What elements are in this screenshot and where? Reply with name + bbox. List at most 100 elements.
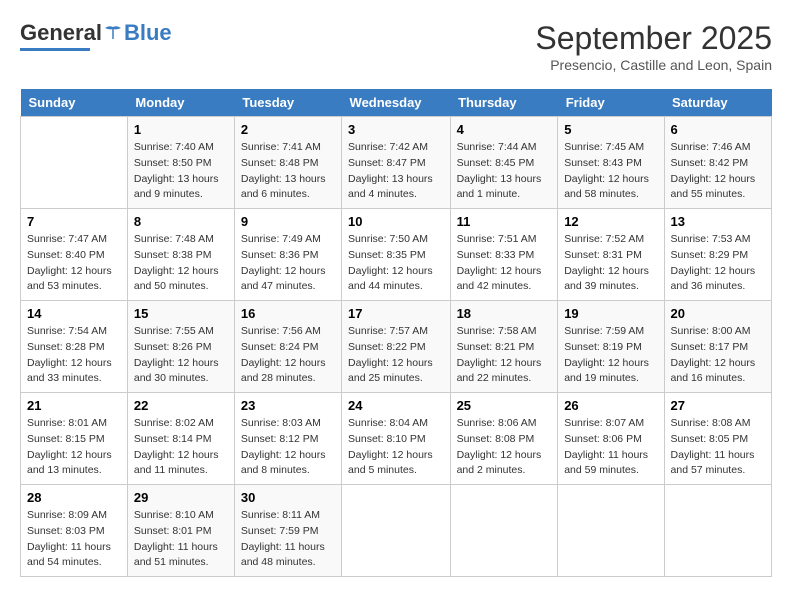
- calendar-day-cell: 27 Sunrise: 8:08 AMSunset: 8:05 PMDayligh…: [664, 393, 771, 485]
- day-info: Sunrise: 7:51 AMSunset: 8:33 PMDaylight:…: [457, 232, 552, 295]
- calendar-week-row: 7 Sunrise: 7:47 AMSunset: 8:40 PMDaylight…: [21, 209, 772, 301]
- day-number: 25: [457, 398, 552, 413]
- day-number: 23: [241, 398, 335, 413]
- day-info: Sunrise: 7:56 AMSunset: 8:24 PMDaylight:…: [241, 324, 335, 387]
- day-info: Sunrise: 7:52 AMSunset: 8:31 PMDaylight:…: [564, 232, 657, 295]
- day-number: 16: [241, 306, 335, 321]
- day-number: 17: [348, 306, 444, 321]
- calendar-day-cell: 24Sunrise: 8:04 AMSunset: 8:10 PMDayligh…: [342, 393, 451, 485]
- day-number: 8: [134, 214, 228, 229]
- calendar-week-row: 28Sunrise: 8:09 AMSunset: 8:03 PMDayligh…: [21, 485, 772, 577]
- calendar-day-cell: [558, 485, 664, 577]
- day-info: Sunrise: 7:44 AMSunset: 8:45 PMDaylight:…: [457, 140, 552, 203]
- column-header-monday: Monday: [127, 89, 234, 117]
- day-number: 1: [134, 122, 228, 137]
- day-info: Sunrise: 7:40 AMSunset: 8:50 PMDaylight:…: [134, 140, 228, 203]
- page-header: General Blue September 2025 Presencio, C…: [20, 20, 772, 73]
- day-info: Sunrise: 8:07 AMSunset: 8:06 PMDaylight:…: [564, 416, 657, 479]
- calendar-day-cell: 21 Sunrise: 8:01 AMSunset: 8:15 PMDayligh…: [21, 393, 128, 485]
- calendar-day-cell: [450, 485, 558, 577]
- day-number: 11: [457, 214, 552, 229]
- day-number: 14: [27, 306, 121, 321]
- day-number: 15: [134, 306, 228, 321]
- day-number: 26: [564, 398, 657, 413]
- day-info: Sunrise: 8:00 AMSunset: 8:17 PMDaylight:…: [671, 324, 765, 387]
- column-header-friday: Friday: [558, 89, 664, 117]
- day-info: Sunrise: 7:46 AMSunset: 8:42 PMDaylight:…: [671, 140, 765, 203]
- day-info: Sunrise: 8:11 AMSunset: 7:59 PMDaylight:…: [241, 508, 335, 571]
- day-info: Sunrise: 8:10 AMSunset: 8:01 PMDaylight:…: [134, 508, 228, 571]
- day-info: Sunrise: 8:06 AMSunset: 8:08 PMDaylight:…: [457, 416, 552, 479]
- column-header-saturday: Saturday: [664, 89, 771, 117]
- calendar-day-cell: 13 Sunrise: 7:53 AMSunset: 8:29 PMDayligh…: [664, 209, 771, 301]
- calendar-day-cell: 22Sunrise: 8:02 AMSunset: 8:14 PMDayligh…: [127, 393, 234, 485]
- day-info: Sunrise: 7:50 AMSunset: 8:35 PMDaylight:…: [348, 232, 444, 295]
- day-info: Sunrise: 8:03 AMSunset: 8:12 PMDaylight:…: [241, 416, 335, 479]
- calendar-week-row: 1 Sunrise: 7:40 AMSunset: 8:50 PMDaylight…: [21, 117, 772, 209]
- day-number: 30: [241, 490, 335, 505]
- day-info: Sunrise: 8:01 AMSunset: 8:15 PMDaylight:…: [27, 416, 121, 479]
- day-info: Sunrise: 7:59 AMSunset: 8:19 PMDaylight:…: [564, 324, 657, 387]
- calendar-day-cell: 20 Sunrise: 8:00 AMSunset: 8:17 PMDayligh…: [664, 301, 771, 393]
- calendar-day-cell: 6 Sunrise: 7:46 AMSunset: 8:42 PMDaylight…: [664, 117, 771, 209]
- day-info: Sunrise: 7:54 AMSunset: 8:28 PMDaylight:…: [27, 324, 121, 387]
- day-info: Sunrise: 7:45 AMSunset: 8:43 PMDaylight:…: [564, 140, 657, 203]
- calendar-day-cell: 25 Sunrise: 8:06 AMSunset: 8:08 PMDayligh…: [450, 393, 558, 485]
- column-header-thursday: Thursday: [450, 89, 558, 117]
- day-info: Sunrise: 7:49 AMSunset: 8:36 PMDaylight:…: [241, 232, 335, 295]
- calendar-week-row: 21 Sunrise: 8:01 AMSunset: 8:15 PMDayligh…: [21, 393, 772, 485]
- logo-underline: [20, 48, 90, 51]
- day-number: 3: [348, 122, 444, 137]
- calendar-day-cell: [664, 485, 771, 577]
- calendar-day-cell: [21, 117, 128, 209]
- calendar-day-cell: 23 Sunrise: 8:03 AMSunset: 8:12 PMDayligh…: [234, 393, 341, 485]
- day-number: 5: [564, 122, 657, 137]
- calendar-day-cell: 7 Sunrise: 7:47 AMSunset: 8:40 PMDaylight…: [21, 209, 128, 301]
- month-title: September 2025: [535, 20, 772, 57]
- day-number: 21: [27, 398, 121, 413]
- calendar-day-cell: 4Sunrise: 7:44 AMSunset: 8:45 PMDaylight…: [450, 117, 558, 209]
- calendar-day-cell: 19 Sunrise: 7:59 AMSunset: 8:19 PMDayligh…: [558, 301, 664, 393]
- calendar-day-cell: 8Sunrise: 7:48 AMSunset: 8:38 PMDaylight…: [127, 209, 234, 301]
- day-number: 9: [241, 214, 335, 229]
- day-number: 6: [671, 122, 765, 137]
- calendar-day-cell: 10 Sunrise: 7:50 AMSunset: 8:35 PMDayligh…: [342, 209, 451, 301]
- day-number: 27: [671, 398, 765, 413]
- day-number: 7: [27, 214, 121, 229]
- calendar-day-cell: 2Sunrise: 7:41 AMSunset: 8:48 PMDaylight…: [234, 117, 341, 209]
- day-number: 29: [134, 490, 228, 505]
- day-number: 10: [348, 214, 444, 229]
- calendar-day-cell: 17 Sunrise: 7:57 AMSunset: 8:22 PMDayligh…: [342, 301, 451, 393]
- calendar-day-cell: 5 Sunrise: 7:45 AMSunset: 8:43 PMDaylight…: [558, 117, 664, 209]
- day-info: Sunrise: 8:04 AMSunset: 8:10 PMDaylight:…: [348, 416, 444, 479]
- day-info: Sunrise: 7:55 AMSunset: 8:26 PMDaylight:…: [134, 324, 228, 387]
- day-info: Sunrise: 7:47 AMSunset: 8:40 PMDaylight:…: [27, 232, 121, 295]
- calendar-header-row: SundayMondayTuesdayWednesdayThursdayFrid…: [21, 89, 772, 117]
- day-number: 20: [671, 306, 765, 321]
- day-number: 13: [671, 214, 765, 229]
- day-number: 22: [134, 398, 228, 413]
- day-info: Sunrise: 7:42 AMSunset: 8:47 PMDaylight:…: [348, 140, 444, 203]
- title-block: September 2025 Presencio, Castille and L…: [535, 20, 772, 73]
- logo: General Blue: [20, 20, 172, 51]
- day-info: Sunrise: 7:57 AMSunset: 8:22 PMDaylight:…: [348, 324, 444, 387]
- calendar-day-cell: 1 Sunrise: 7:40 AMSunset: 8:50 PMDaylight…: [127, 117, 234, 209]
- logo-blue-text: Blue: [124, 20, 172, 46]
- day-info: Sunrise: 8:08 AMSunset: 8:05 PMDaylight:…: [671, 416, 765, 479]
- calendar-day-cell: 16 Sunrise: 7:56 AMSunset: 8:24 PMDayligh…: [234, 301, 341, 393]
- day-info: Sunrise: 7:53 AMSunset: 8:29 PMDaylight:…: [671, 232, 765, 295]
- calendar-day-cell: 3 Sunrise: 7:42 AMSunset: 8:47 PMDaylight…: [342, 117, 451, 209]
- column-header-tuesday: Tuesday: [234, 89, 341, 117]
- day-number: 19: [564, 306, 657, 321]
- calendar-day-cell: 12Sunrise: 7:52 AMSunset: 8:31 PMDayligh…: [558, 209, 664, 301]
- calendar-day-cell: 30 Sunrise: 8:11 AMSunset: 7:59 PMDayligh…: [234, 485, 341, 577]
- calendar-day-cell: 9 Sunrise: 7:49 AMSunset: 8:36 PMDaylight…: [234, 209, 341, 301]
- logo-general-text: General: [20, 20, 102, 46]
- column-header-wednesday: Wednesday: [342, 89, 451, 117]
- calendar-day-cell: 11 Sunrise: 7:51 AMSunset: 8:33 PMDayligh…: [450, 209, 558, 301]
- day-info: Sunrise: 8:09 AMSunset: 8:03 PMDaylight:…: [27, 508, 121, 571]
- location: Presencio, Castille and Leon, Spain: [535, 57, 772, 73]
- day-number: 18: [457, 306, 552, 321]
- calendar-day-cell: 28Sunrise: 8:09 AMSunset: 8:03 PMDayligh…: [21, 485, 128, 577]
- calendar-week-row: 14 Sunrise: 7:54 AMSunset: 8:28 PMDayligh…: [21, 301, 772, 393]
